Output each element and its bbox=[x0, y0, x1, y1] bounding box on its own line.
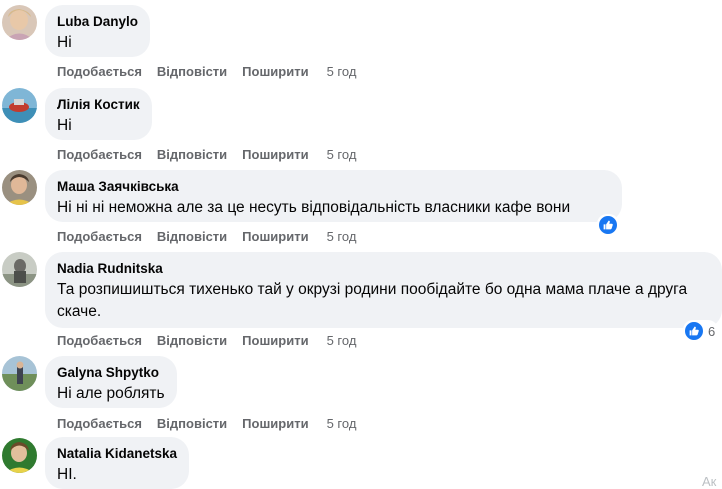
comment-actions: Подобається Відповісти Поширити 5 год bbox=[57, 416, 356, 432]
share-button[interactable]: Поширити bbox=[242, 416, 308, 431]
avatar[interactable] bbox=[2, 252, 37, 287]
comment-text: Ні bbox=[57, 34, 72, 51]
comment-text: Ні bbox=[57, 117, 72, 134]
comment-timestamp[interactable]: 5 год bbox=[327, 147, 357, 162]
share-button[interactable]: Поширити bbox=[242, 333, 308, 348]
comment-timestamp[interactable]: 5 год bbox=[327, 416, 357, 431]
share-button[interactable]: Поширити bbox=[242, 64, 308, 79]
comment-actions: Подобається Відповісти Поширити 5 год bbox=[57, 64, 356, 80]
comment-text: Ні ні ні неможна але за це несуть відпов… bbox=[57, 199, 571, 216]
comment-actions: Подобається Відповісти Поширити 5 год bbox=[57, 229, 356, 245]
comment-text: Ні але роблять bbox=[57, 385, 165, 402]
comment-actions: Подобається Відповісти Поширити 5 год bbox=[57, 333, 356, 349]
corner-label: Ак bbox=[702, 474, 717, 489]
comment-actions: Подобається Відповісти Поширити 5 год bbox=[57, 147, 356, 163]
reply-button[interactable]: Відповісти bbox=[157, 147, 227, 162]
like-button[interactable]: Подобається bbox=[57, 147, 142, 162]
comment-author[interactable]: Galyna Shpytko bbox=[57, 364, 165, 381]
reply-button[interactable]: Відповісти bbox=[157, 416, 227, 431]
reply-button[interactable]: Відповісти bbox=[157, 64, 227, 79]
comment-author[interactable]: Luba Danylo bbox=[57, 13, 138, 30]
avatar[interactable] bbox=[2, 5, 37, 40]
comment-bubble: Galyna Shpytko Ні але роблять bbox=[45, 356, 177, 408]
like-button[interactable]: Подобається bbox=[57, 333, 142, 348]
reaction-summary[interactable]: 6 bbox=[683, 320, 719, 342]
reply-button[interactable]: Відповісти bbox=[157, 333, 227, 348]
share-button[interactable]: Поширити bbox=[242, 229, 308, 244]
comment-bubble: Luba Danylo Ні bbox=[45, 5, 151, 57]
comment-timestamp[interactable]: 5 год bbox=[327, 64, 357, 79]
comment-author[interactable]: Natalia Kidanetska bbox=[57, 445, 177, 462]
comment-bubble: Лілія Костик Ні bbox=[45, 88, 152, 140]
avatar[interactable] bbox=[2, 438, 37, 473]
like-button[interactable]: Подобається bbox=[57, 229, 142, 244]
avatar[interactable] bbox=[2, 170, 37, 205]
comment-timestamp[interactable]: 5 год bbox=[327, 333, 357, 348]
avatar[interactable] bbox=[2, 88, 37, 123]
comment-bubble: Natalia Kidanetska НІ. bbox=[45, 437, 190, 489]
comment-author[interactable]: Лілія Костик bbox=[57, 96, 140, 113]
like-icon bbox=[684, 321, 704, 341]
share-button[interactable]: Поширити bbox=[242, 147, 308, 162]
like-button[interactable]: Подобається bbox=[57, 64, 142, 79]
comment-text: Та розпишишться тихенько тай у окрузі ро… bbox=[57, 281, 688, 320]
reaction-count: 6 bbox=[708, 323, 716, 339]
reaction-summary[interactable] bbox=[597, 214, 619, 236]
like-button[interactable]: Подобається bbox=[57, 416, 142, 431]
comment-text: НІ. bbox=[57, 466, 77, 483]
comment-author[interactable]: Nadia Rudnitska bbox=[57, 260, 710, 277]
avatar[interactable] bbox=[2, 356, 37, 391]
comment-timestamp[interactable]: 5 год bbox=[327, 229, 357, 244]
reply-button[interactable]: Відповісти bbox=[157, 229, 227, 244]
like-icon bbox=[598, 215, 618, 235]
comment-bubble: Маша Заячківська Ні ні ні неможна але за… bbox=[45, 170, 622, 222]
comment-bubble: Nadia Rudnitska Та розпишишться тихенько… bbox=[45, 252, 722, 328]
comment-author[interactable]: Маша Заячківська bbox=[57, 178, 610, 195]
